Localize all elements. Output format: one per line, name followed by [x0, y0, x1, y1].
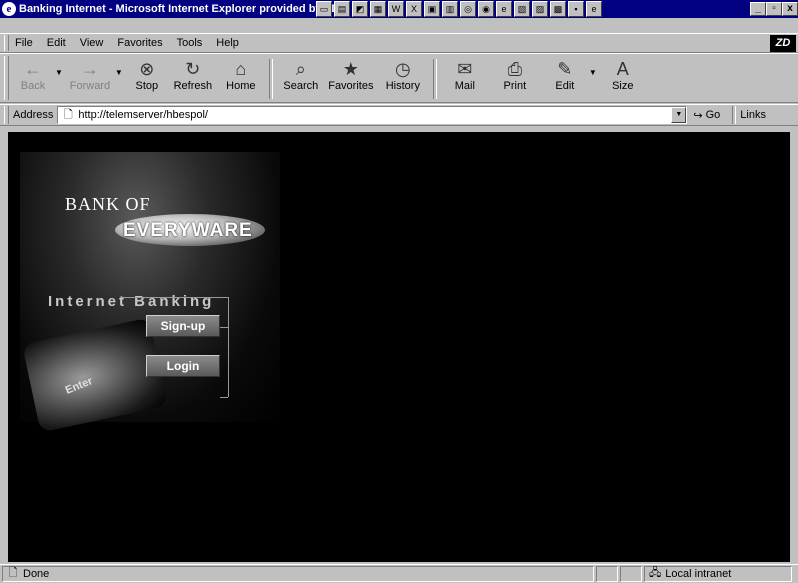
excel-icon[interactable]: X — [406, 1, 422, 17]
forward-arrow-icon: → — [80, 59, 99, 79]
go-arrow-icon: ↪ — [693, 109, 703, 122]
internet-banking-heading: Internet Banking — [48, 293, 215, 310]
search-icon: ⌕ — [295, 59, 306, 79]
addressbar-grip[interactable] — [4, 106, 9, 124]
address-input[interactable]: 🗋 http://telemserver/hbespol/ ▼ — [57, 106, 688, 124]
address-dropdown-arrow[interactable]: ▼ — [671, 107, 687, 123]
quicklaunch-icon[interactable]: ▤ — [334, 1, 350, 17]
quicklaunch-icon[interactable]: ▣ — [424, 1, 440, 17]
status-text-pane: 🗋 Done — [2, 565, 594, 582]
stop-button[interactable]: ⊗ Stop — [127, 58, 167, 100]
menubar-grip[interactable] — [4, 35, 9, 51]
print-button[interactable]: ⎙ Print — [487, 58, 543, 100]
menu-help[interactable]: Help — [216, 37, 239, 49]
home-icon: ⌂ — [235, 59, 247, 79]
local-intranet-icon: 🖧 — [649, 567, 662, 579]
quicklaunch-icon[interactable]: ▩ — [550, 1, 566, 17]
toolbar-grip[interactable] — [4, 56, 9, 100]
standard-toolbar: ← Back ▼ → Forward ▼ ⊗ Stop ↻ Refresh ⌂ … — [0, 53, 798, 103]
quicklaunch-icon[interactable]: ▨ — [532, 1, 548, 17]
menu-favorites[interactable]: Favorites — [117, 37, 162, 49]
mail-button[interactable]: ✉ Mail — [443, 58, 487, 100]
print-icon: ⎙ — [507, 59, 523, 79]
toolbar-separator — [432, 59, 437, 99]
edit-dropdown-arrow[interactable]: ▼ — [589, 68, 597, 77]
home-button[interactable]: ⌂ Home — [219, 58, 263, 100]
edit-button[interactable]: ✎ Edit — [543, 58, 587, 100]
refresh-icon: ↻ — [185, 59, 201, 79]
vertical-scrollbar[interactable] — [790, 132, 798, 562]
back-arrow-icon: ← — [24, 59, 42, 79]
quicklaunch-icon[interactable]: ▥ — [442, 1, 458, 17]
toolbar-separator — [268, 59, 273, 99]
forward-button[interactable]: → Forward — [67, 58, 113, 100]
quicklaunch-icon[interactable]: ▦ — [370, 1, 386, 17]
favorites-icon: ★ — [342, 59, 359, 79]
connector-line — [228, 297, 229, 397]
menu-tools[interactable]: Tools — [177, 37, 203, 49]
status-text: Done — [23, 567, 50, 580]
quicklaunch-icon[interactable]: ◩ — [352, 1, 368, 17]
menu-edit[interactable]: Edit — [47, 37, 66, 49]
security-zone-pane: 🖧 Local intranet — [644, 565, 792, 582]
connector-line — [120, 297, 228, 298]
menu-file[interactable]: File — [15, 37, 33, 49]
ie-app-icon[interactable]: e — [2, 2, 16, 16]
quicklaunch-icon[interactable]: ▭ — [316, 1, 332, 17]
zdnet-logo: ZD — [770, 35, 796, 52]
close-button[interactable]: x — [782, 2, 798, 16]
title-bar: e Banking Internet - Microsoft Internet … — [0, 0, 798, 18]
connector-line — [220, 397, 228, 398]
stop-icon: ⊗ — [139, 59, 155, 79]
menu-view[interactable]: View — [80, 37, 104, 49]
refresh-button[interactable]: ↻ Refresh — [167, 58, 219, 100]
connector-line — [220, 327, 228, 328]
bank-of-text: BANK OF — [65, 194, 151, 214]
restore-button[interactable]: ▫ — [766, 2, 782, 16]
status-pane — [620, 565, 642, 582]
size-button[interactable]: A Size — [601, 58, 645, 100]
history-button[interactable]: ◷ History — [379, 58, 427, 100]
page-done-icon: 🗋 — [8, 567, 18, 579]
minimize-button[interactable]: _ — [750, 2, 766, 16]
quicklaunch-icon[interactable]: ▪ — [568, 1, 584, 17]
quicklaunch-icon[interactable]: ◉ — [478, 1, 494, 17]
ie-quicklaunch-icon[interactable]: e — [586, 1, 602, 17]
quicklaunch-icons: ▭ ▤ ◩ ▦ W X ▣ ▥ ◎ ◉ e ▧ ▨ ▩ ▪ e — [316, 1, 602, 17]
address-url[interactable]: http://telemserver/hbespol/ — [78, 109, 208, 121]
links-toolbar[interactable]: Links — [740, 109, 766, 121]
address-label: Address — [13, 109, 54, 121]
quicklaunch-icon[interactable]: ▧ — [514, 1, 530, 17]
menu-bar: File Edit View Favorites Tools Help ZD — [0, 33, 798, 53]
favorites-button[interactable]: ★ Favorites — [323, 58, 379, 100]
back-dropdown-arrow[interactable]: ▼ — [55, 68, 63, 77]
search-button[interactable]: ⌕ Search — [279, 58, 323, 100]
text-size-icon: A — [616, 59, 629, 79]
signup-button[interactable]: Sign-up — [146, 315, 220, 337]
history-icon: ◷ — [394, 59, 411, 79]
forward-dropdown-arrow[interactable]: ▼ — [115, 68, 123, 77]
status-pane — [596, 565, 618, 582]
ie-quicklaunch-icon[interactable]: e — [496, 1, 512, 17]
page-icon: 🗋 — [63, 109, 73, 121]
page-content: BANK OF EVERYWARE Internet Banking Enter… — [8, 132, 790, 562]
go-button[interactable]: ↪ Go — [693, 109, 720, 122]
links-separator — [732, 106, 737, 124]
address-bar: Address 🗋 http://telemserver/hbespol/ ▼ … — [0, 104, 798, 126]
status-bar: 🗋 Done 🖧 Local intranet — [0, 564, 798, 582]
zone-text: Local intranet — [665, 567, 732, 580]
window-title: Banking Internet - Microsoft Internet Ex… — [19, 3, 340, 15]
left-frame-border — [0, 127, 8, 564]
everyware-logo: EVERYWARE — [123, 220, 253, 241]
login-button[interactable]: Login — [146, 355, 220, 377]
quicklaunch-icon[interactable]: ◎ — [460, 1, 476, 17]
bank-hero: BANK OF EVERYWARE Internet Banking Enter… — [20, 152, 280, 433]
window-controls: _ ▫ x — [750, 2, 798, 16]
back-button[interactable]: ← Back — [13, 58, 53, 100]
word-icon[interactable]: W — [388, 1, 404, 17]
mail-icon: ✉ — [457, 59, 473, 79]
edit-icon: ✎ — [557, 59, 573, 79]
browser-window: e Banking Internet - Microsoft Internet … — [0, 0, 798, 582]
